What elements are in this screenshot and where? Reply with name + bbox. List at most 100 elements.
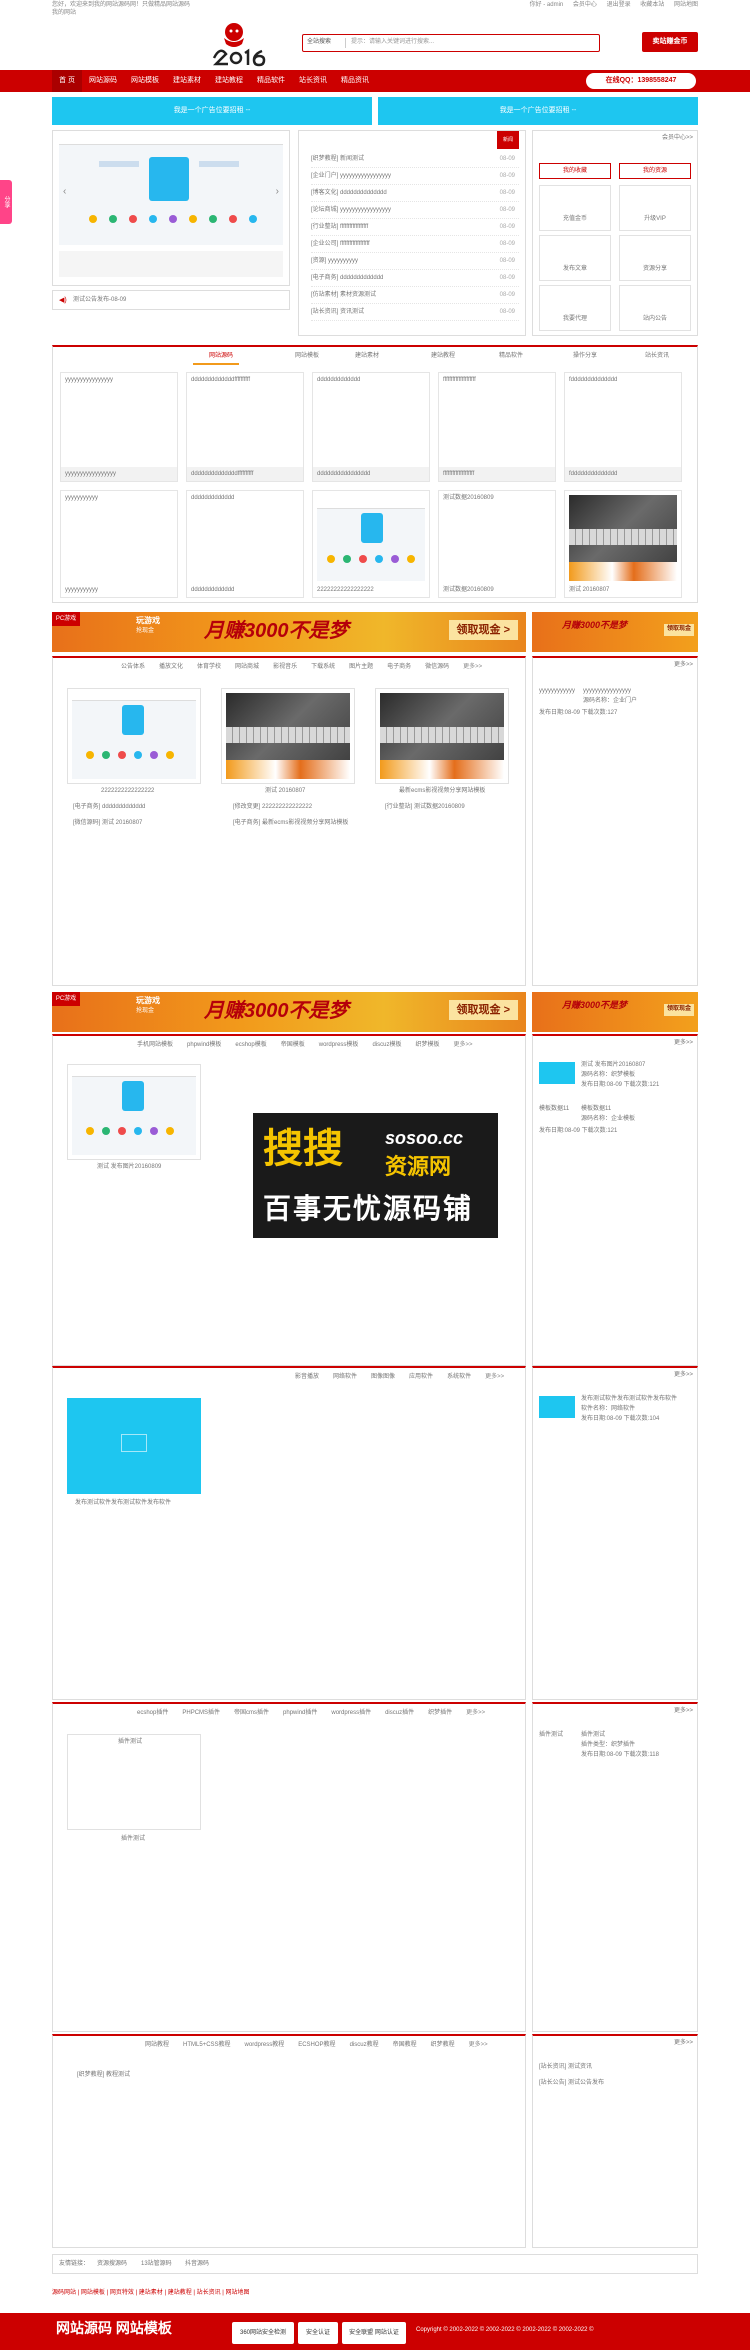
side-item-title[interactable]: yyyyyyyyyyyyyyyy <box>583 688 631 696</box>
more-link[interactable]: 更多>> <box>674 1372 693 1380</box>
friend-link[interactable]: 抖音源码 <box>185 2261 209 2269</box>
slider-prev-icon[interactable]: ‹ <box>63 185 66 198</box>
tab[interactable]: 影视音乐 <box>273 664 297 670</box>
thumb-caption[interactable]: 最新ecms影视视频分享网站模板 <box>399 788 485 796</box>
tab[interactable]: 织梦模板 <box>415 1042 439 1048</box>
list-link[interactable]: [行业整站] 测试数据20160809 <box>385 804 465 812</box>
friend-link[interactable]: 资源搜源码 <box>97 2261 127 2269</box>
game-ad-small[interactable]: 月赚3000不是梦 领取现金 <box>532 992 698 1032</box>
product-thumb[interactable]: 插件测试 <box>67 1734 201 1830</box>
tab[interactable]: 图片主题 <box>349 664 373 670</box>
news-item[interactable]: [论坛商城] yyyyyyyyyyyyyyyyy 08-09 <box>311 202 519 219</box>
list-link[interactable]: [织梦教程] 教程测试 <box>77 2072 130 2080</box>
nav-item-materials[interactable]: 建站素材 <box>166 70 208 92</box>
tab[interactable]: phpwind插件 <box>283 1710 317 1716</box>
upgrade-vip-cell[interactable]: 升级VIP <box>619 185 691 231</box>
game-ad-banner[interactable]: PC游戏 玩游戏 抢现金 月赚3000不是梦 领取现金 > <box>52 612 526 652</box>
nav-item-tutorials[interactable]: 建站教程 <box>208 70 250 92</box>
tab[interactable]: 系统软件 <box>447 1374 471 1380</box>
tab[interactable]: discuz教程 <box>350 2042 379 2048</box>
side-thumb[interactable] <box>539 1396 575 1418</box>
tab[interactable]: 网络软件 <box>333 1374 357 1380</box>
tab[interactable]: 公告体系 <box>121 664 145 670</box>
grid-card[interactable]: 22222222222222222 <box>312 490 430 598</box>
tab[interactable]: ECSHOP教程 <box>298 2042 335 2048</box>
grid-card[interactable]: yyyyyyyyyyyyyyyy yyyyyyyyyyyyyyyyy <box>60 372 178 482</box>
sell-site-button[interactable]: 卖站赚金币 <box>642 32 698 52</box>
notice-text[interactable]: 测试公告发布-08-09 <box>73 297 126 305</box>
share-side-tab[interactable]: 分享 <box>0 180 12 224</box>
side-item-title[interactable]: 插件测试 <box>581 1732 605 1740</box>
list-link[interactable]: [修改变更] 222222222222222 <box>233 804 312 812</box>
footer-link[interactable]: 网站模板 <box>81 2290 105 2296</box>
grid-card[interactable]: fdddddddddddddd fdddddddddddddd <box>564 372 682 482</box>
footer-link[interactable]: 站长资讯 <box>197 2290 221 2296</box>
post-article-cell[interactable]: 发布文章 <box>539 235 611 281</box>
news-item[interactable]: [织梦教程] 新闻测试 08-09 <box>311 151 519 168</box>
become-agent-cell[interactable]: 我要代理 <box>539 285 611 331</box>
tab[interactable]: phpwind模板 <box>187 1042 221 1048</box>
tab[interactable]: 织梦教程 <box>431 2042 455 2048</box>
tab[interactable]: 应用软件 <box>409 1374 433 1380</box>
news-item[interactable]: [站长资讯] 资讯测试 08-09 <box>311 304 519 321</box>
tab[interactable]: 体育学校 <box>197 664 221 670</box>
search-input[interactable]: 提示：请输入关键词进行搜索... <box>351 39 434 47</box>
tab-news[interactable]: 站长资讯 <box>645 353 669 361</box>
side-link[interactable]: [站长公告] 测试公告发布 <box>539 2080 604 2088</box>
tab[interactable]: HTML5+CSS教程 <box>183 2042 231 2048</box>
tab[interactable]: 网站教程 <box>145 2042 169 2048</box>
online-qq[interactable]: 在线QQ：1398558247 <box>586 73 696 89</box>
product-thumb[interactable] <box>375 688 509 784</box>
thumb-caption[interactable]: 插件测试 <box>121 1836 145 1844</box>
nav-item-software[interactable]: 精品软件 <box>250 70 292 92</box>
product-thumb[interactable] <box>67 1398 201 1494</box>
side-link[interactable]: [站长资讯] 测试资讯 <box>539 2064 592 2072</box>
member-center-more[interactable]: 会员中心>> <box>662 135 693 143</box>
thumb-caption[interactable]: 2222222222222222 <box>101 788 154 796</box>
tab[interactable]: 播放文化 <box>159 664 183 670</box>
tab-software[interactable]: 精品软件 <box>499 353 523 361</box>
more-link[interactable]: 更多>> <box>485 1374 504 1380</box>
tab[interactable]: wordpress教程 <box>245 2042 285 2048</box>
nav-item-source[interactable]: 网站源码 <box>82 70 124 92</box>
my-favorites-button[interactable]: 我的收藏 <box>539 163 611 179</box>
member-center-link[interactable]: 会员中心 <box>573 2 597 8</box>
tab[interactable]: 电子商务 <box>387 664 411 670</box>
nav-item-home[interactable]: 首 页 <box>52 70 82 92</box>
grid-card[interactable]: 测试 20160807 <box>564 490 682 598</box>
more-link[interactable]: 更多>> <box>674 1708 693 1716</box>
side-item-title[interactable]: 插件测试 <box>539 1732 563 1740</box>
tab[interactable]: 织梦插件 <box>428 1710 452 1716</box>
tab-source[interactable]: 网站源码 <box>209 353 233 361</box>
ad-banner-right[interactable]: 我是一个广告位要招租 -- <box>378 97 698 125</box>
news-item[interactable]: [企业门户] yyyyyyyyyyyyyyyyy 08-09 <box>311 168 519 185</box>
thumb-caption[interactable]: 测试 20160807 <box>265 788 305 796</box>
tab[interactable]: wordpress模板 <box>319 1042 359 1048</box>
tab[interactable]: discuz插件 <box>385 1710 414 1716</box>
product-thumb[interactable] <box>221 688 355 784</box>
list-link[interactable]: [电子商务] 最新ecms影视视频分享网站模板 <box>233 820 348 828</box>
my-resources-button[interactable]: 我的资源 <box>619 163 691 179</box>
tab[interactable]: discuz模板 <box>372 1042 401 1048</box>
news-item[interactable]: [电子商务] ddddddddddddd 08-09 <box>311 270 519 287</box>
side-item-title[interactable]: 模板数据11 <box>581 1106 611 1114</box>
logout-link[interactable]: 退出登录 <box>607 2 631 8</box>
search-box[interactable]: 全站搜索 提示：请输入关键词进行搜索... <box>302 34 600 52</box>
tab[interactable]: PHPCMS插件 <box>182 1710 220 1716</box>
slider-next-icon[interactable]: › <box>276 185 279 198</box>
nav-item-news[interactable]: 站长资讯 <box>292 70 334 92</box>
ad-banner-left[interactable]: 我是一个广告位要招租 -- <box>52 97 372 125</box>
banner-cta[interactable]: 领取现金 > <box>448 620 518 641</box>
image-slider[interactable]: ‹ › <box>52 130 290 286</box>
user-link[interactable]: 你好 - admin <box>530 2 564 8</box>
grid-card[interactable]: ddddddddddddd dddddddddddddddd <box>312 372 430 482</box>
tab-tutorials[interactable]: 建站教程 <box>431 353 455 361</box>
news-item[interactable]: [企业公司] fffffffffffffffffff 08-09 <box>311 236 519 253</box>
footer-link[interactable]: 建站教程 <box>168 2290 192 2296</box>
tab[interactable]: 图像图像 <box>371 1374 395 1380</box>
tab[interactable]: 帝国教程 <box>393 2042 417 2048</box>
search-category[interactable]: 全站搜索 <box>307 39 331 47</box>
more-link[interactable]: 更多>> <box>463 664 482 670</box>
footer-link[interactable]: 网页特效 <box>110 2290 134 2296</box>
grid-card[interactable]: dddddddddddddffffffffff ddddddddddddddfff… <box>186 372 304 482</box>
